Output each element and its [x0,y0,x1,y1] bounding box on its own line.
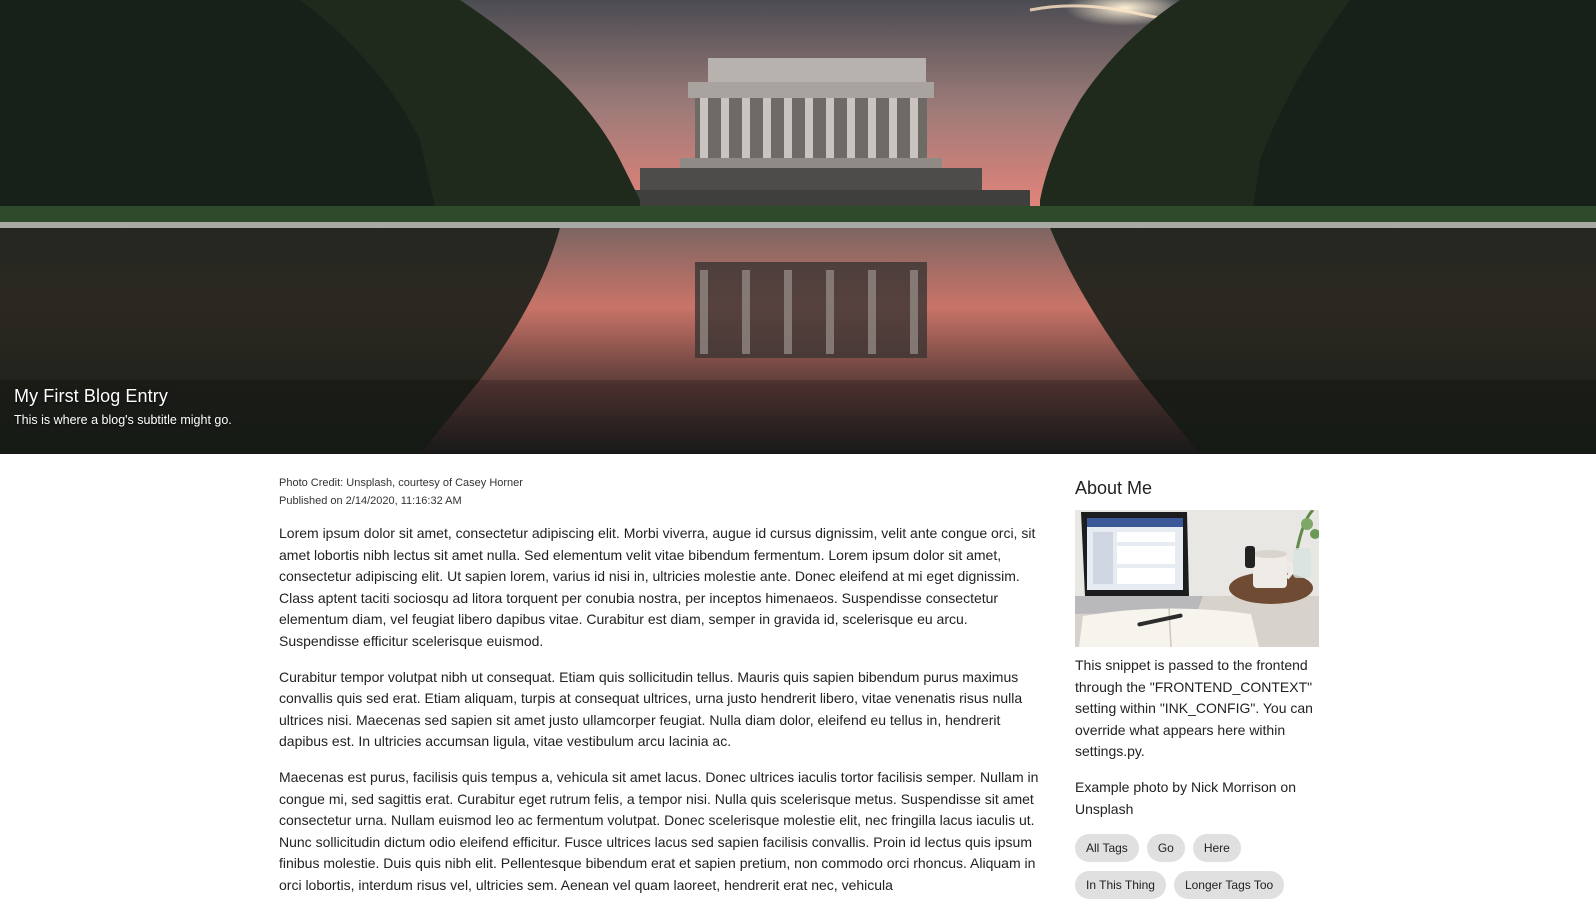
tag-chip[interactable]: Here [1192,834,1241,863]
hero-caption: My First Blog Entry This is where a blog… [14,386,232,427]
article-paragraph: Curabitur tempor volutpat nibh ut conseq… [279,668,1023,750]
article-meta: Photo Credit: Unsplash, courtesy of Case… [279,474,1051,510]
hero-photo [0,0,1596,454]
published-date: Published on 2/14/2020, 11:16:32 AM [279,495,462,507]
about-me-photo [1075,510,1319,647]
tag-chip[interactable]: In This Thing [1075,871,1166,900]
blog-title: My First Blog Entry [14,386,168,406]
photo-attribution: Example photo by Nick Morrison on Unspla… [1075,778,1296,817]
tag-chip[interactable]: Go [1146,834,1185,863]
article-paragraph: Lorem ipsum dolor sit amet, consectetur … [279,525,1036,649]
hero-banner: My First Blog Entry This is where a blog… [0,0,1596,454]
tag-chip[interactable]: Longer Tags Too [1173,871,1285,900]
article: Photo Credit: Unsplash, courtesy of Case… [279,474,1051,911]
tag-list: All Tags Go Here In This Thing Longer Ta… [1075,834,1319,900]
about-me-heading: About Me [1075,478,1153,498]
sidebar: About Me This snippet is passed to the f… [1075,468,1319,900]
blog-subtitle: This is where a blog's subtitle might go… [14,413,232,427]
about-me-description: This snippet is passed to the frontend t… [1075,657,1313,760]
laptop-notebook-image [1075,510,1319,647]
article-paragraph: Maecenas est purus, facilisis quis tempu… [279,768,1039,893]
tag-chip[interactable]: All Tags [1075,834,1139,863]
photo-credit: Photo Credit: Unsplash, courtesy of Case… [279,477,523,489]
